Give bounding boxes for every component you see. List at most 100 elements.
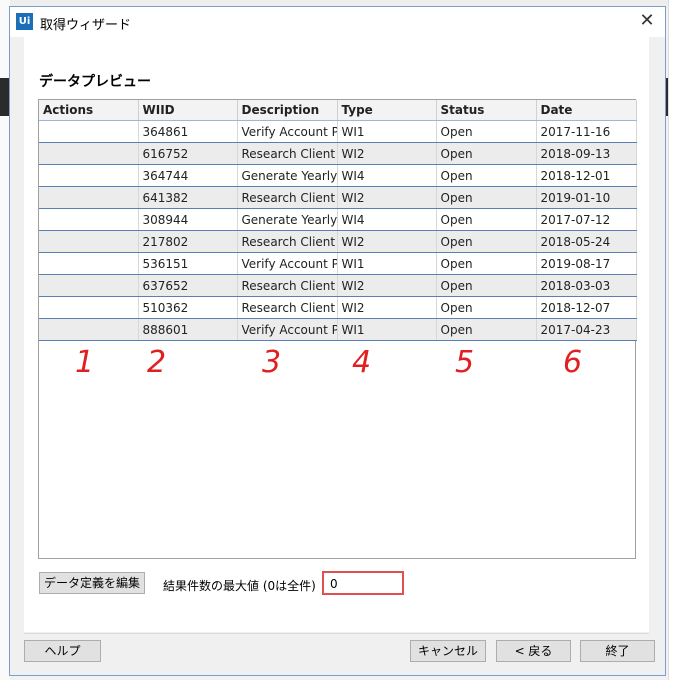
- cell-wiid: 364861: [138, 120, 238, 143]
- cell-date: 2018-12-01: [536, 164, 637, 187]
- cell-wiid: 641382: [138, 186, 238, 209]
- cell-status: Open: [436, 318, 537, 341]
- cell-date: 2018-09-13: [536, 142, 637, 165]
- cell-description: Verify Account Pc: [237, 318, 338, 341]
- cell-type: WI1: [337, 252, 437, 275]
- cell-description: Generate Yearly F: [237, 164, 338, 187]
- annotation-6: 6: [563, 345, 583, 380]
- data-preview-grid: Actions WIID Description Type Status Dat…: [38, 99, 637, 559]
- cell-wiid: 637652: [138, 274, 238, 297]
- cell-date: 2018-05-24: [536, 230, 637, 253]
- cell-date: 2017-07-12: [536, 208, 637, 231]
- cell-description: Research Client C: [237, 274, 338, 297]
- cell-actions: [39, 274, 139, 297]
- finish-button[interactable]: 終了: [580, 640, 655, 662]
- cell-description: Research Client C: [237, 142, 338, 165]
- back-button[interactable]: < 戻る: [496, 640, 571, 662]
- content-panel: データプレビュー Actions WIID Description Type S…: [24, 37, 649, 632]
- section-title: データプレビュー: [39, 74, 151, 90]
- cell-actions: [39, 296, 139, 319]
- annotation-1: 1: [75, 345, 95, 380]
- cell-date: 2017-11-16: [536, 120, 637, 143]
- cell-status: Open: [436, 230, 537, 253]
- cell-description: Verify Account Pc: [237, 120, 338, 143]
- column-header-date[interactable]: Date: [536, 100, 637, 121]
- annotation-3: 3: [262, 345, 282, 380]
- cell-status: Open: [436, 164, 537, 187]
- uipath-app-icon: Ui: [16, 13, 33, 30]
- annotation-5: 5: [455, 345, 475, 380]
- cell-wiid: 308944: [138, 208, 238, 231]
- column-header-type[interactable]: Type: [337, 100, 437, 121]
- table-row[interactable]: 888601 Verify Account Pc WI1 Open 2017-0…: [39, 318, 637, 341]
- table-row[interactable]: 536151 Verify Account Pc WI1 Open 2019-0…: [39, 252, 637, 275]
- annotation-4: 4: [352, 345, 372, 380]
- cell-date: 2019-08-17: [536, 252, 637, 275]
- column-header-wiid[interactable]: WIID: [138, 100, 238, 121]
- cell-wiid: 217802: [138, 230, 238, 253]
- cell-actions: [39, 164, 139, 187]
- table-row[interactable]: 637652 Research Client C WI2 Open 2018-0…: [39, 274, 637, 297]
- annotation-2: 2: [147, 345, 167, 380]
- dialog-title: 取得ウィザード: [40, 18, 132, 33]
- table-row[interactable]: 308944 Generate Yearly F WI4 Open 2017-0…: [39, 208, 637, 231]
- cell-type: WI4: [337, 208, 437, 231]
- cell-actions: [39, 230, 139, 253]
- cell-type: WI1: [337, 120, 437, 143]
- table-row[interactable]: 510362 Research Client C WI2 Open 2018-1…: [39, 296, 637, 319]
- max-results-label: 結果件数の最大値 (0は全件): [163, 579, 316, 593]
- cell-type: WI4: [337, 164, 437, 187]
- cell-type: WI2: [337, 230, 437, 253]
- cancel-button[interactable]: キャンセル: [410, 640, 486, 662]
- cell-type: WI2: [337, 186, 437, 209]
- cell-date: 2017-04-23: [536, 318, 637, 341]
- cell-status: Open: [436, 252, 537, 275]
- table-row[interactable]: 364744 Generate Yearly F WI4 Open 2018-1…: [39, 164, 637, 187]
- title-bar: Ui 取得ウィザード ✕: [10, 7, 665, 37]
- cell-description: Research Client C: [237, 296, 338, 319]
- cell-status: Open: [436, 186, 537, 209]
- cell-date: 2018-12-07: [536, 296, 637, 319]
- close-button[interactable]: ✕: [635, 9, 659, 33]
- edit-data-definition-button[interactable]: データ定義を編集: [39, 572, 145, 594]
- cell-actions: [39, 120, 139, 143]
- cell-wiid: 536151: [138, 252, 238, 275]
- cell-date: 2018-03-03: [536, 274, 637, 297]
- table-row[interactable]: 217802 Research Client C WI2 Open 2018-0…: [39, 230, 637, 253]
- cell-wiid: 888601: [138, 318, 238, 341]
- cell-date: 2019-01-10: [536, 186, 637, 209]
- cell-actions: [39, 208, 139, 231]
- cell-type: WI2: [337, 274, 437, 297]
- cell-status: Open: [436, 274, 537, 297]
- cell-status: Open: [436, 296, 537, 319]
- cell-wiid: 510362: [138, 296, 238, 319]
- footer-separator: [24, 633, 649, 634]
- cell-actions: [39, 318, 139, 341]
- table-row[interactable]: 364861 Verify Account Pc WI1 Open 2017-1…: [39, 120, 637, 143]
- cell-actions: [39, 186, 139, 209]
- table-row[interactable]: 641382 Research Client C WI2 Open 2019-0…: [39, 186, 637, 209]
- cell-actions: [39, 252, 139, 275]
- column-header-description[interactable]: Description: [237, 100, 338, 121]
- cell-description: Verify Account Pc: [237, 252, 338, 275]
- table-row[interactable]: 616752 Research Client C WI2 Open 2018-0…: [39, 142, 637, 165]
- cell-type: WI2: [337, 142, 437, 165]
- data-preview-table: Actions WIID Description Type Status Dat…: [39, 100, 637, 341]
- background-right-panel: [668, 0, 678, 680]
- header-row: Actions WIID Description Type Status Dat…: [39, 100, 637, 121]
- cell-wiid: 616752: [138, 142, 238, 165]
- cell-description: Generate Yearly F: [237, 208, 338, 231]
- cell-description: Research Client C: [237, 230, 338, 253]
- cell-status: Open: [436, 142, 537, 165]
- cell-type: WI1: [337, 318, 437, 341]
- help-button[interactable]: ヘルプ: [24, 640, 101, 662]
- cell-type: WI2: [337, 296, 437, 319]
- column-header-actions[interactable]: Actions: [39, 100, 139, 121]
- cell-actions: [39, 142, 139, 165]
- cell-description: Research Client C: [237, 186, 338, 209]
- cell-status: Open: [436, 208, 537, 231]
- cell-wiid: 364744: [138, 164, 238, 187]
- cell-status: Open: [436, 120, 537, 143]
- max-results-input[interactable]: 0: [322, 571, 404, 595]
- column-header-status[interactable]: Status: [436, 100, 537, 121]
